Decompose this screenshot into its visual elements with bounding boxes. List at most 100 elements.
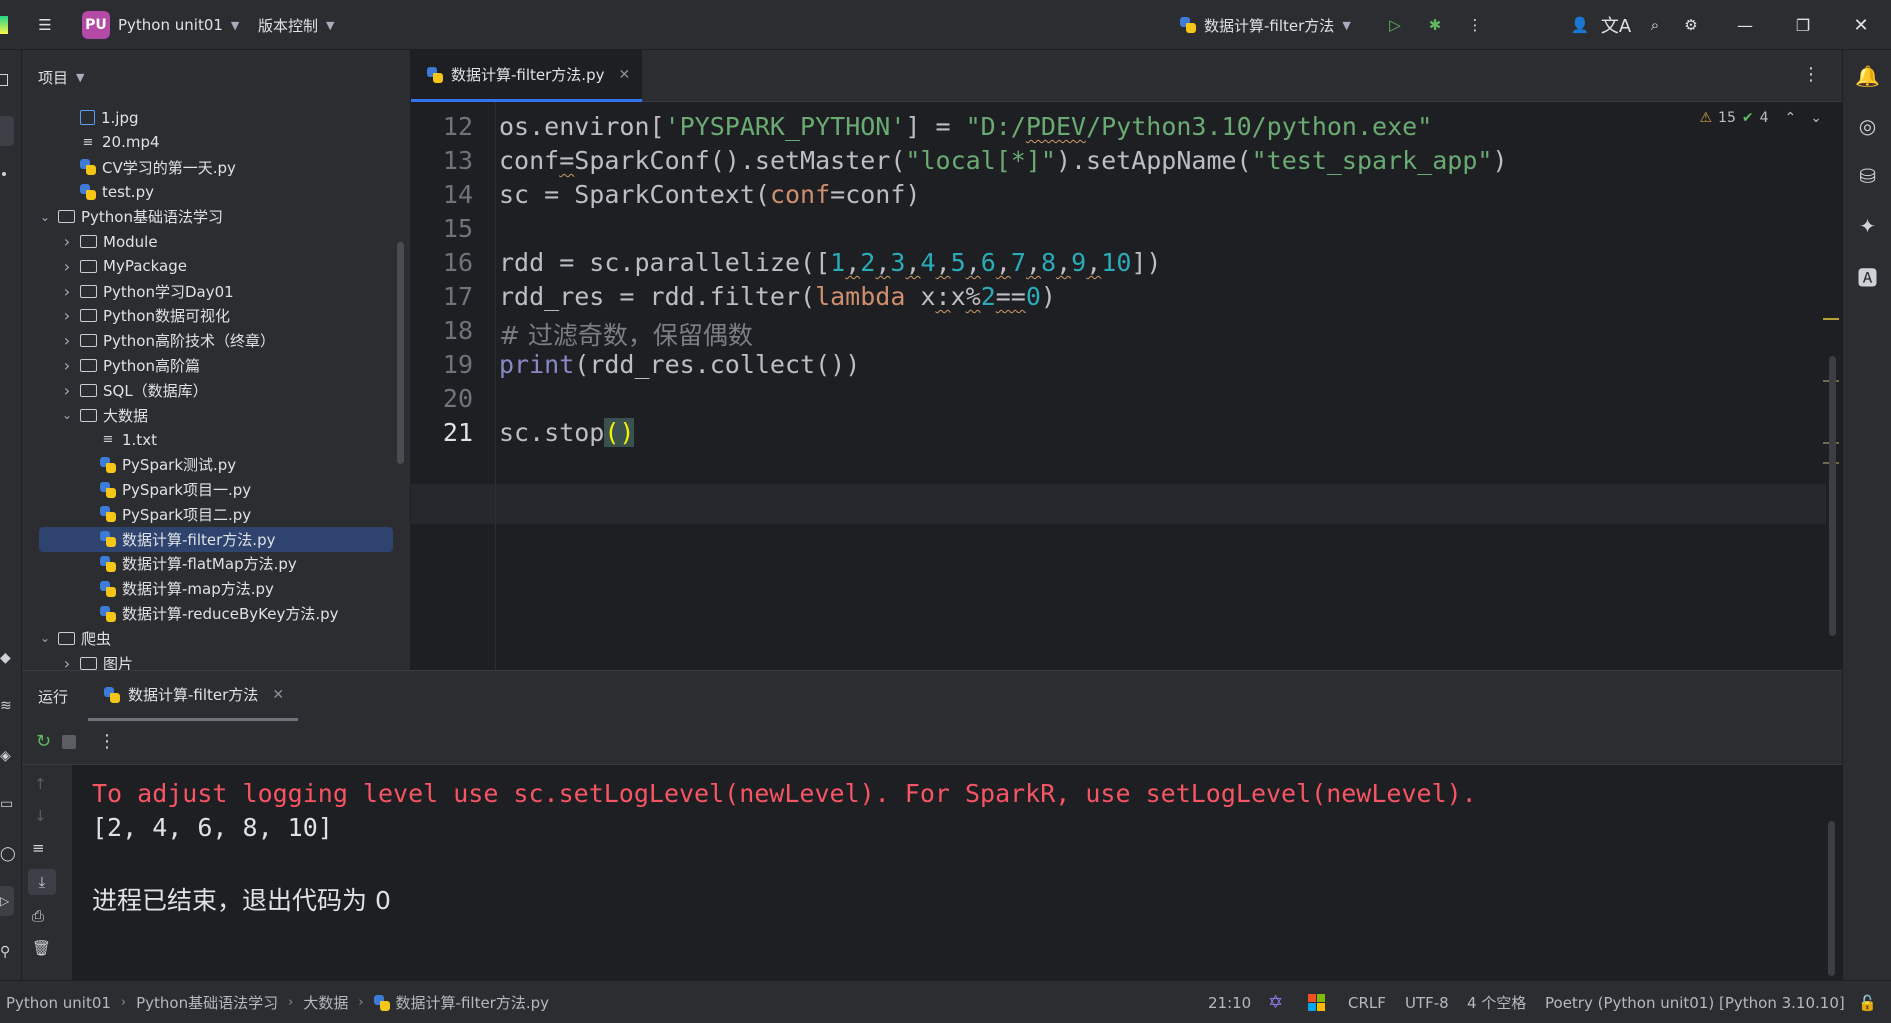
tree-item[interactable]: test.py (22, 179, 392, 204)
ai-status-icon[interactable]: ✡ (1268, 981, 1283, 1023)
search-icon[interactable]: ⌕ (1640, 0, 1670, 50)
translate-panel-icon[interactable]: 🅰 (1843, 258, 1891, 294)
tree-item[interactable]: › Python高阶篇 (22, 353, 392, 378)
services-icon[interactable]: ◈ (0, 748, 11, 764)
tree-item[interactable]: 数据计算-reduceByKey方法.py (22, 601, 392, 626)
breadcrumb-item[interactable]: Python基础语法学习 (136, 992, 278, 1013)
tree-item[interactable]: 1.jpg (22, 105, 392, 130)
tree-item[interactable]: › Python学习Day01 (22, 279, 392, 304)
tree-item[interactable]: CV学习的第一天.py (22, 155, 392, 180)
ai-assistant-icon[interactable]: ◎ (1843, 108, 1891, 144)
tree-item[interactable]: 数据计算-flatMap方法.py (22, 551, 392, 576)
tree-item[interactable]: › SQL（数据库） (22, 378, 392, 403)
clear-trash-icon[interactable]: 🗑 (32, 939, 51, 957)
tree-item[interactable]: ⌄ Python基础语法学习 (22, 204, 392, 229)
main-menu-icon[interactable]: ☰ (30, 0, 60, 50)
code-line-15[interactable] (499, 214, 514, 243)
scroll-down-icon[interactable]: ↓ (34, 807, 47, 825)
tree-item[interactable]: › Python数据可视化 (22, 303, 392, 328)
project-switcher[interactable]: PU Python unit01 ▼ (82, 0, 239, 50)
caret-position[interactable]: 21:10 (1208, 981, 1251, 1023)
editor-tab-active[interactable]: 数据计算-filter方法.py ✕ (411, 50, 642, 102)
run-config-selector[interactable]: 数据计算-filter方法 ▼ (1180, 0, 1351, 50)
notifications-bell-icon[interactable]: 🔔 (1843, 58, 1891, 94)
database-icon[interactable]: ⛁ (1843, 158, 1891, 194)
chevron-right-icon[interactable]: › (60, 381, 74, 400)
code-line-12[interactable]: os.environ['PYSPARK_PYTHON'] = "D:/PDEV/… (499, 112, 1432, 141)
chevron-right-icon[interactable]: › (60, 232, 74, 251)
chevron-down-icon[interactable]: ⌄ (38, 631, 52, 645)
line-ending[interactable]: CRLF (1348, 981, 1386, 1023)
tree-item[interactable]: 数据计算-filter方法.py (39, 526, 393, 552)
scroll-to-end-icon[interactable]: ⤓ (28, 869, 56, 895)
tree-item[interactable]: ≡ 1.txt (22, 427, 392, 452)
print-icon[interactable]: ⎙ (32, 907, 44, 925)
code-line-17[interactable]: rdd_res = rdd.filter(lambda x:x%2==0) (499, 282, 1056, 311)
file-encoding[interactable]: UTF-8 (1405, 981, 1449, 1023)
tab-options-icon[interactable]: ⋮ (1802, 64, 1820, 85)
tool-window-icon[interactable] (0, 74, 8, 86)
tree-item[interactable]: ≡ 20.mp4 (22, 130, 392, 155)
tree-item[interactable]: PySpark项目一.py (22, 477, 392, 502)
add-user-icon[interactable]: 👤 (1565, 0, 1595, 50)
chevron-right-icon[interactable]: › (60, 306, 74, 325)
code-line-19[interactable]: print(rdd_res.collect()) (499, 350, 860, 379)
breadcrumb-item[interactable]: Python unit01 (6, 994, 111, 1012)
breadcrumb-item[interactable]: 大数据 (303, 992, 348, 1013)
vcs-menu[interactable]: 版本控制 ▼ (258, 0, 334, 50)
debug-icon[interactable]: ✱ (1420, 0, 1450, 50)
tree-item[interactable]: ⌄ 大数据 (22, 403, 392, 428)
tab-close-icon[interactable]: ✕ (272, 687, 284, 703)
tree-item[interactable]: › MyPackage (22, 254, 392, 279)
tree-item[interactable]: PySpark项目二.py (22, 502, 392, 527)
windows-plugin-icon[interactable] (1308, 981, 1325, 1023)
chevron-right-icon[interactable]: › (60, 282, 74, 301)
terminal-icon[interactable]: ▭ (0, 796, 13, 812)
scroll-up-icon[interactable]: ↑ (34, 775, 47, 793)
python-interpreter[interactable]: Poetry (Python unit01) [Python 3.10.10] (1545, 981, 1845, 1023)
soft-wrap-icon[interactable]: ≡ (32, 839, 45, 857)
rerun-icon[interactable]: ↻ (36, 731, 51, 752)
breadcrumb-item[interactable]: 数据计算-filter方法.py (396, 992, 549, 1013)
chevron-right-icon[interactable]: › (60, 331, 74, 350)
tree-item[interactable]: ⌄ 爬虫 (22, 626, 392, 651)
project-tool-icon[interactable] (0, 116, 14, 146)
code-line-21[interactable]: sc.stop() (499, 418, 635, 447)
project-scrollbar[interactable] (397, 242, 404, 464)
chevron-right-icon[interactable]: › (60, 356, 74, 375)
code-line-18[interactable]: # 过滤奇数，保留偶数 (499, 316, 753, 352)
editor-scrollbar[interactable] (1829, 356, 1836, 636)
tree-item[interactable]: PySpark测试.py (22, 452, 392, 477)
code-line-16[interactable]: rdd = sc.parallelize([1,2,3,4,5,6,7,8,9,… (499, 248, 1161, 277)
error-stripe-mark[interactable] (1823, 318, 1839, 320)
chevron-down-icon[interactable]: ⌄ (38, 210, 52, 224)
indent-setting[interactable]: 4 个空格 (1467, 981, 1526, 1023)
minimize-icon[interactable]: — (1730, 0, 1760, 50)
problems-icon[interactable]: ◯ (0, 846, 16, 862)
tab-close-icon[interactable]: ✕ (618, 67, 630, 83)
run-icon[interactable]: ▷ (1380, 0, 1410, 50)
python-packages-icon[interactable]: ◆ (0, 650, 11, 666)
run-scrollbar[interactable] (1828, 821, 1835, 976)
translate-icon[interactable]: 文A (1600, 0, 1632, 50)
more-tools-icon[interactable] (2, 172, 6, 176)
code-line-14[interactable]: sc = SparkContext(conf=conf) (499, 180, 920, 209)
inspection-widget[interactable]: ⚠ 15 ✔ 4 ⌃ ⌄ (1699, 110, 1822, 126)
layers-icon[interactable]: ≋ (0, 698, 12, 714)
sciview-icon[interactable]: ✦ (1843, 208, 1891, 244)
more-options-icon[interactable]: ⋮ (1460, 0, 1490, 50)
close-icon[interactable]: ✕ (1846, 0, 1876, 50)
settings-gear-icon[interactable]: ⚙ (1676, 0, 1706, 50)
previous-highlight-icon[interactable]: ⌃ (1785, 110, 1797, 126)
code-line-13[interactable]: conf=SparkConf().setMaster("local[*]").s… (499, 146, 1508, 175)
code-line-20[interactable] (499, 384, 514, 413)
tree-item[interactable]: › Python高阶技术（终章） (22, 328, 392, 353)
lock-icon[interactable]: 🔓 (1858, 981, 1877, 1023)
restore-icon[interactable]: ❐ (1788, 0, 1818, 50)
next-highlight-icon[interactable]: ⌄ (1810, 110, 1822, 126)
tree-item[interactable]: › Module (22, 229, 392, 254)
run-tab[interactable]: 数据计算-filter方法 ✕ (88, 671, 298, 721)
chevron-right-icon[interactable]: › (60, 257, 74, 276)
stop-icon[interactable] (62, 735, 76, 749)
tree-item[interactable]: 数据计算-map方法.py (22, 576, 392, 601)
